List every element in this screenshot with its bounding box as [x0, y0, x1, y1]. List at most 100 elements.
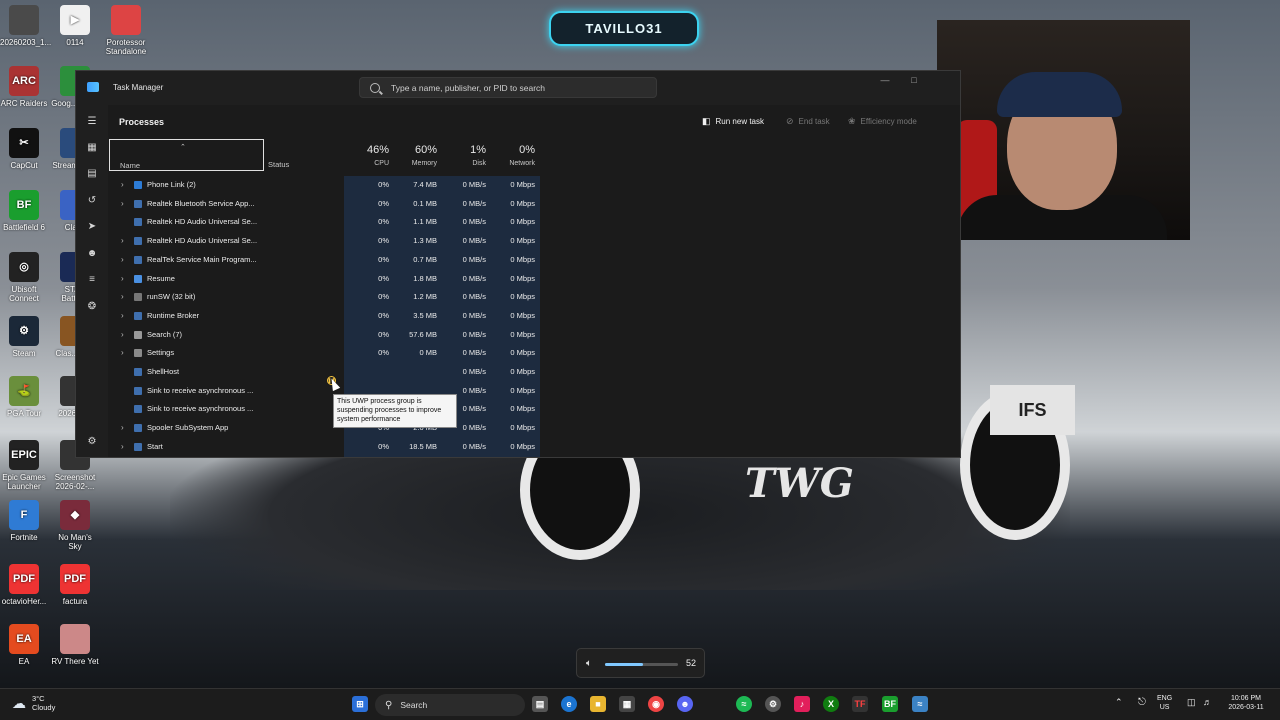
processes-nav-icon[interactable]: ▦: [84, 139, 100, 155]
memory-total-percent[interactable]: 60%: [397, 144, 437, 156]
edge-browser-icon[interactable]: e: [561, 696, 577, 712]
process-row[interactable]: › Realtek Bluetooth Service App... 0% 0.1 M…: [108, 195, 960, 213]
disk-total-percent[interactable]: 1%: [446, 144, 486, 156]
tiktok-icon[interactable]: ♪: [794, 696, 810, 712]
search-input[interactable]: [391, 82, 631, 93]
speaker-icon[interactable]: 🔈︎: [586, 658, 592, 669]
taskbar-search[interactable]: ⚲ Search: [375, 694, 525, 716]
expand-chevron-icon[interactable]: ›: [121, 311, 124, 320]
desktop-icon[interactable]: ARC ARC Raiders: [0, 66, 48, 108]
language-indicator[interactable]: ENG US: [1157, 694, 1172, 712]
expand-chevron-icon[interactable]: ›: [121, 442, 124, 451]
process-row[interactable]: ShellHost 0 MB/s 0 Mbps: [108, 363, 960, 381]
desktop-icon[interactable]: ✂ CapCut: [0, 128, 48, 170]
process-row[interactable]: › Search (7) 0% 57.6 MB 0 MB/s 0 Mbps: [108, 326, 960, 344]
tf-app-icon[interactable]: TF: [852, 696, 868, 712]
process-row[interactable]: › RealTek Service Main Program... 0% 0.7 MB…: [108, 251, 960, 269]
desktop-icon[interactable]: ⚙ Steam: [0, 316, 48, 358]
process-row[interactable]: › Start 0% 18.5 MB 0 MB/s 0 Mbps: [108, 438, 960, 456]
desktop-icon[interactable]: ◆ No Man's Sky: [51, 500, 99, 551]
desktop-icon[interactable]: PDF octavioHer...: [0, 564, 48, 606]
process-row[interactable]: Sink to receive asynchronous ... 0 MB/s 0 …: [108, 382, 960, 400]
process-row[interactable]: ›Spooler SubSystem App0%2.0 MB0 MB/s0 Mb…: [108, 419, 960, 437]
microphone-icon[interactable]: ⎋: [1138, 698, 1146, 708]
process-row[interactable]: › Phone Link (2) 0% 7.4 MB 0 MB/s 0 Mbps: [108, 176, 960, 194]
process-row[interactable]: › runSW (32 bit) 0% 1.2 MB 0 MB/s 0 Mbps: [108, 288, 960, 306]
process-row[interactable]: › Realtek HD Audio Universal Se... 0% 1.3 M…: [108, 232, 960, 250]
desktop-icon[interactable]: Porotessor Standalone: [102, 5, 150, 56]
expand-chevron-icon[interactable]: ›: [121, 255, 124, 264]
expand-chevron-icon[interactable]: ›: [121, 180, 124, 189]
app-history-nav-icon[interactable]: ↺: [84, 192, 100, 208]
streamer-name-badge: TAVILLO31: [549, 11, 699, 46]
desktop-icon[interactable]: ◎ Ubisoft Connect: [0, 252, 48, 303]
desktop-icon[interactable]: RV There Yet: [51, 624, 99, 666]
process-cpu-value: 0%: [378, 292, 389, 302]
speaker-icon[interactable]: ♬: [1203, 698, 1212, 707]
show-hidden-icons-chevron-icon[interactable]: ⌃: [1115, 698, 1123, 707]
network-column-header[interactable]: Network: [495, 160, 535, 167]
file-explorer-icon[interactable]: ■: [590, 696, 606, 712]
process-row[interactable]: › Settings 0% 0 MB 0 MB/s 0 Mbps: [108, 344, 960, 362]
efficiency-mode-button[interactable]: ❀ Efficiency mode: [848, 116, 917, 127]
title-bar[interactable]: Task Manager — □: [76, 71, 960, 105]
steam-icon[interactable]: ⚙: [765, 696, 781, 712]
spotify-icon[interactable]: ≈: [736, 696, 752, 712]
expand-chevron-icon[interactable]: ›: [121, 348, 124, 357]
run-new-task-button[interactable]: ◧ Run new task: [702, 116, 764, 127]
status-column-header[interactable]: Status: [268, 160, 289, 169]
services-nav-icon[interactable]: ❂: [84, 298, 100, 314]
desktop-icon[interactable]: F Fortnite: [0, 500, 48, 542]
clock[interactable]: 10:06 PM 2026-03-11: [1221, 694, 1271, 712]
hamburger-menu-icon[interactable]: ☰: [84, 113, 100, 129]
expand-chevron-icon[interactable]: ›: [121, 274, 124, 283]
process-cpu-value: 0%: [378, 180, 389, 189]
settings-gear-icon[interactable]: ⚙: [84, 433, 100, 449]
cpu-total-percent[interactable]: 46%: [349, 144, 389, 156]
microsoft-store-icon[interactable]: ▦: [619, 696, 635, 712]
windows-start-icon[interactable]: ⊞: [352, 696, 368, 712]
clock-date: 2026-03-11: [1228, 704, 1264, 711]
performance-nav-icon[interactable]: ▤: [84, 165, 100, 181]
minimize-button[interactable]: —: [876, 75, 894, 85]
battlefield-icon[interactable]: BF: [882, 696, 898, 712]
volume-slider[interactable]: [605, 663, 678, 666]
memory-column-header[interactable]: Memory: [397, 160, 437, 167]
details-nav-icon[interactable]: ≡: [84, 271, 100, 287]
process-row[interactable]: Sink to receive asynchronous ...0%0.7 MB…: [108, 400, 960, 418]
network-total-percent[interactable]: 0%: [495, 144, 535, 156]
users-nav-icon[interactable]: ☻: [84, 245, 100, 261]
disk-column-header[interactable]: Disk: [446, 160, 486, 167]
process-row[interactable]: › Resume 0% 1.8 MB 0 MB/s 0 Mbps: [108, 270, 960, 288]
end-task-button[interactable]: ⊘ End task: [786, 116, 830, 127]
weather-widget[interactable]: ☁ 3°C Cloudy: [12, 694, 55, 712]
desktop-icon[interactable]: EA EA: [0, 624, 48, 666]
desktop-icon[interactable]: EPIC Epic Games Launcher: [0, 440, 48, 491]
startup-apps-nav-icon[interactable]: ➤: [84, 218, 100, 234]
maximize-button[interactable]: □: [905, 75, 923, 85]
expand-chevron-icon[interactable]: ›: [121, 292, 124, 301]
name-column-header[interactable]: ⌃ Name: [109, 139, 264, 171]
network-icon[interactable]: ◫: [1187, 698, 1196, 707]
task-view-icon[interactable]: ▤: [532, 696, 548, 712]
discord-icon[interactable]: ☻: [677, 696, 693, 712]
process-network-value: 0 Mbps: [510, 217, 535, 227]
desktop-icon[interactable]: ▶ 0114: [51, 5, 99, 47]
process-row[interactable]: › Runtime Broker 0% 3.5 MB 0 MB/s 0 Mbps: [108, 307, 960, 325]
desktop-icon[interactable]: 20260203_1...: [0, 5, 51, 47]
expand-chevron-icon[interactable]: ›: [121, 423, 124, 432]
process-cpu-value: 0%: [378, 273, 389, 283]
expand-chevron-icon[interactable]: ›: [121, 236, 124, 245]
desktop-icon[interactable]: PDF factura: [51, 564, 99, 606]
xbox-icon[interactable]: X: [823, 696, 839, 712]
task-manager-taskbar-icon[interactable]: ≈: [912, 696, 928, 712]
expand-chevron-icon[interactable]: ›: [121, 199, 124, 208]
process-row[interactable]: Realtek HD Audio Universal Se... 0% 1.1 MB…: [108, 213, 960, 231]
desktop-icon[interactable]: ⛳ PGA Tour: [0, 376, 48, 418]
expand-chevron-icon[interactable]: ›: [121, 330, 124, 339]
cpu-column-header[interactable]: CPU: [349, 160, 389, 167]
window-title: Task Manager: [113, 83, 164, 92]
search-box[interactable]: [359, 77, 657, 98]
desktop-icon[interactable]: BF Battlefield 6: [0, 190, 48, 232]
chrome-icon[interactable]: ◉: [648, 696, 664, 712]
